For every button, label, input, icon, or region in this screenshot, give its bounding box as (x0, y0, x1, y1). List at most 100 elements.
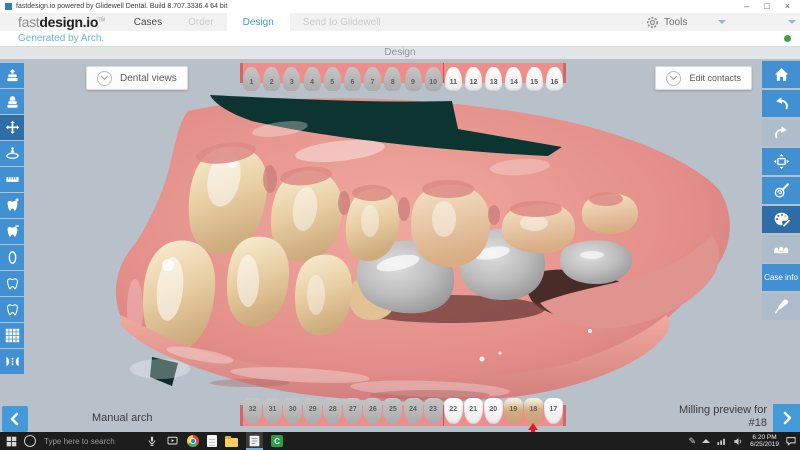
rotate-tool-button[interactable] (0, 141, 24, 166)
action-center-icon[interactable] (785, 435, 797, 447)
tooth-15[interactable]: 15 (526, 67, 543, 91)
cortana-icon[interactable] (24, 435, 36, 447)
tooth-28[interactable]: 28 (323, 398, 342, 424)
tooth-1[interactable]: 1 (243, 67, 260, 91)
tools-menu[interactable]: Tools (646, 13, 726, 31)
add-material-button[interactable] (0, 193, 24, 218)
tooth-31[interactable]: 31 (263, 398, 282, 424)
chevron-down-icon[interactable] (788, 20, 796, 24)
tooth-number: 9 (405, 79, 422, 86)
tooth-21[interactable]: 21 (464, 398, 483, 424)
green-c-app-icon[interactable]: C (271, 432, 283, 450)
fit-view-button[interactable] (762, 148, 800, 175)
wax-tool-button[interactable] (762, 177, 800, 204)
notepad-icon[interactable] (207, 432, 217, 450)
tooth-32[interactable]: 32 (243, 398, 262, 424)
chevron-down-icon[interactable] (718, 20, 726, 24)
paint-tool-button[interactable] (762, 206, 800, 233)
edit-contacts-label: Edit contacts (689, 73, 741, 83)
tooth-3[interactable]: 3 (283, 67, 300, 91)
tooth-26[interactable]: 26 (363, 398, 382, 424)
lower-jaw-button[interactable] (0, 89, 24, 114)
dental-model-3d[interactable] (0, 59, 800, 432)
milling-tool-button[interactable] (762, 293, 800, 320)
teeth-view-button[interactable] (762, 235, 800, 262)
tooth-19[interactable]: 19 (504, 398, 523, 424)
tooth-25[interactable]: 25 (383, 398, 402, 424)
chrome-icon[interactable] (187, 432, 199, 450)
tooth-11[interactable]: 11 (445, 67, 462, 91)
case-info-button[interactable]: Case info (762, 264, 800, 291)
tooth-22[interactable]: 22 (444, 398, 463, 424)
tooth-18[interactable]: 18 (524, 398, 543, 424)
tooth-23[interactable]: 23 (424, 398, 443, 424)
grid-view-button[interactable] (0, 323, 24, 348)
tooth-30[interactable]: 30 (283, 398, 302, 424)
pen-icon[interactable]: ✎ (689, 436, 697, 447)
home-button[interactable] (762, 61, 800, 88)
undo-button[interactable] (762, 90, 800, 117)
split-view-button[interactable] (0, 349, 24, 374)
tab-send-to-glidewell[interactable]: Send to Glidewell (290, 13, 394, 31)
manual-arch-label: Manual arch (92, 412, 153, 424)
right-toolbar: Case info (762, 61, 800, 320)
remove-material-button[interactable] (0, 219, 24, 244)
previous-step-button[interactable] (2, 406, 28, 432)
tooth-27[interactable]: 27 (343, 398, 362, 424)
chevron-up-icon[interactable] (702, 439, 710, 443)
measure-tool-button[interactable] (0, 167, 24, 192)
tooth-14[interactable]: 14 (505, 67, 522, 91)
tooth-outline-icon (5, 302, 20, 317)
windows-taskbar: Type here to search C ✎ 6:20 PM6/25/2019 (0, 432, 800, 450)
tooth-anatomy-button[interactable] (0, 271, 24, 296)
tooth-8[interactable]: 8 (384, 67, 401, 91)
volume-icon[interactable] (733, 436, 744, 447)
tooth-2[interactable]: 2 (263, 67, 280, 91)
tooth-16[interactable]: 16 (546, 67, 563, 91)
microphone-icon[interactable] (146, 432, 158, 450)
implant-tool-button[interactable] (0, 245, 24, 270)
taskbar-clock[interactable]: 6:20 PM6/25/2019 (750, 434, 779, 449)
start-button[interactable] (0, 436, 24, 447)
tooth-7[interactable]: 7 (364, 67, 381, 91)
tooth-24[interactable]: 24 (404, 398, 423, 424)
folder-icon[interactable] (225, 432, 238, 450)
next-step-button[interactable] (773, 404, 800, 432)
move-icon (5, 120, 20, 135)
tab-cases[interactable]: Cases (121, 13, 175, 31)
maximize-button[interactable]: □ (764, 0, 769, 13)
tooth-number: 16 (546, 79, 563, 86)
taskbar-search[interactable]: Type here to search (44, 437, 115, 446)
tooth-12[interactable]: 12 (465, 67, 482, 91)
tooth-13[interactable]: 13 (485, 67, 502, 91)
tooth-6[interactable]: 6 (344, 67, 361, 91)
tab-order[interactable]: Order (175, 13, 227, 31)
tooth-17[interactable]: 17 (544, 398, 563, 424)
tooth-number: 28 (323, 406, 342, 413)
dental-views-button[interactable]: Dental views (86, 66, 188, 90)
close-button[interactable]: × (785, 0, 790, 13)
tab-design[interactable]: Design (227, 13, 290, 31)
network-icon[interactable] (716, 436, 727, 447)
tooth-29[interactable]: 29 (303, 398, 322, 424)
redo-icon (773, 124, 790, 141)
tooth-number: 20 (484, 406, 503, 413)
tooth-number: 3 (283, 79, 300, 86)
implant-icon (5, 250, 20, 265)
tooth-5[interactable]: 5 (324, 67, 341, 91)
movies-icon[interactable] (166, 432, 179, 450)
fastdesign-app-icon[interactable] (246, 432, 263, 450)
move-tool-button[interactable] (0, 115, 24, 140)
upper-jaw-button[interactable] (0, 63, 24, 88)
palette-icon (773, 211, 790, 228)
status-dot (784, 35, 791, 42)
tooth-4[interactable]: 4 (304, 67, 321, 91)
minimize-button[interactable]: – (744, 0, 749, 13)
redo-button[interactable] (762, 119, 800, 146)
tooth-9[interactable]: 9 (405, 67, 422, 91)
edit-contacts-button[interactable]: Edit contacts (655, 66, 752, 90)
menu-bar: fastdesign.ioTM CasesOrderDesignSend to … (0, 13, 800, 31)
tooth-margin-button[interactable] (0, 297, 24, 322)
tooth-20[interactable]: 20 (484, 398, 503, 424)
tooth-10[interactable]: 10 (425, 67, 442, 91)
